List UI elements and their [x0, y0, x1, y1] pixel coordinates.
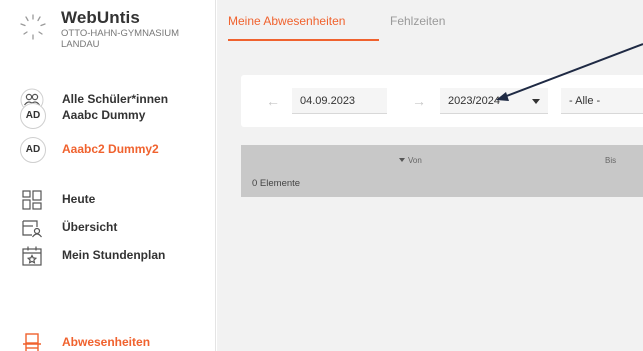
app-title: WebUntis: [61, 8, 140, 27]
overview-icon: [22, 220, 42, 238]
sidebar-item-label: Abwesenheiten: [62, 335, 151, 349]
status-select[interactable]: - Alle -: [561, 88, 643, 114]
table-header: Von Bis 0 Elemente: [241, 145, 643, 197]
absence-icon: [23, 333, 41, 351]
sidebar-item-label: Heute: [62, 192, 96, 206]
school-city: LANDAU: [61, 39, 100, 50]
sidebar-item-label: Mein Stundenplan: [62, 248, 166, 262]
brand-header[interactable]: WebUntis OTTO-HAHN-GYMNASIUM LANDAU: [0, 0, 216, 70]
sidebar-item-student-dummy2[interactable]: AD Aaabc2 Dummy2: [0, 133, 216, 167]
main-content: Meine Abwesenheiten Fehlzeiten ← 04.09.2…: [217, 0, 643, 351]
tab-fehlzeiten[interactable]: Fehlzeiten: [390, 14, 445, 28]
sidebar-item-stundenplan[interactable]: Mein Stundenplan: [0, 239, 216, 273]
calendar-icon: [22, 246, 42, 266]
dashboard-icon: [22, 190, 42, 210]
date-field[interactable]: 04.09.2023: [292, 88, 387, 114]
tab-bar: Meine Abwesenheiten Fehlzeiten: [217, 0, 643, 44]
chevron-down-icon: [532, 99, 540, 104]
sidebar-item-student-dummy[interactable]: AD Aaabc Dummy: [0, 99, 216, 133]
school-year-value: 2023/2024: [448, 95, 500, 107]
arrow-right-icon[interactable]: →: [411, 93, 427, 109]
arrow-left-icon[interactable]: ←: [265, 93, 281, 109]
webuntis-logo-icon: [20, 14, 46, 40]
filter-bar: ← 04.09.2023 → 2023/2024 - Alle -: [241, 75, 643, 127]
avatar: AD: [20, 103, 46, 129]
tab-meine-abwesenheiten[interactable]: Meine Abwesenheiten: [228, 14, 345, 28]
sidebar-item-label: Aaabc Dummy: [62, 108, 146, 122]
active-tab-indicator: [228, 39, 379, 41]
item-count: 0 Elemente: [252, 178, 301, 189]
sidebar: WebUntis OTTO-HAHN-GYMNASIUM LANDAU Alle…: [0, 0, 216, 351]
sidebar-item-label: Aaabc2 Dummy2: [62, 142, 159, 156]
school-year-select[interactable]: 2023/2024: [440, 88, 548, 114]
column-header-bis[interactable]: Bis: [605, 156, 616, 165]
sidebar-item-label: Übersicht: [62, 220, 118, 234]
avatar: AD: [20, 137, 46, 163]
column-header-von[interactable]: Von: [399, 156, 422, 165]
school-name: OTTO-HAHN-GYMNASIUM: [61, 28, 180, 39]
sidebar-item-abwesenheiten[interactable]: Abwesenheiten: [0, 326, 216, 351]
sort-down-icon: [399, 158, 405, 162]
